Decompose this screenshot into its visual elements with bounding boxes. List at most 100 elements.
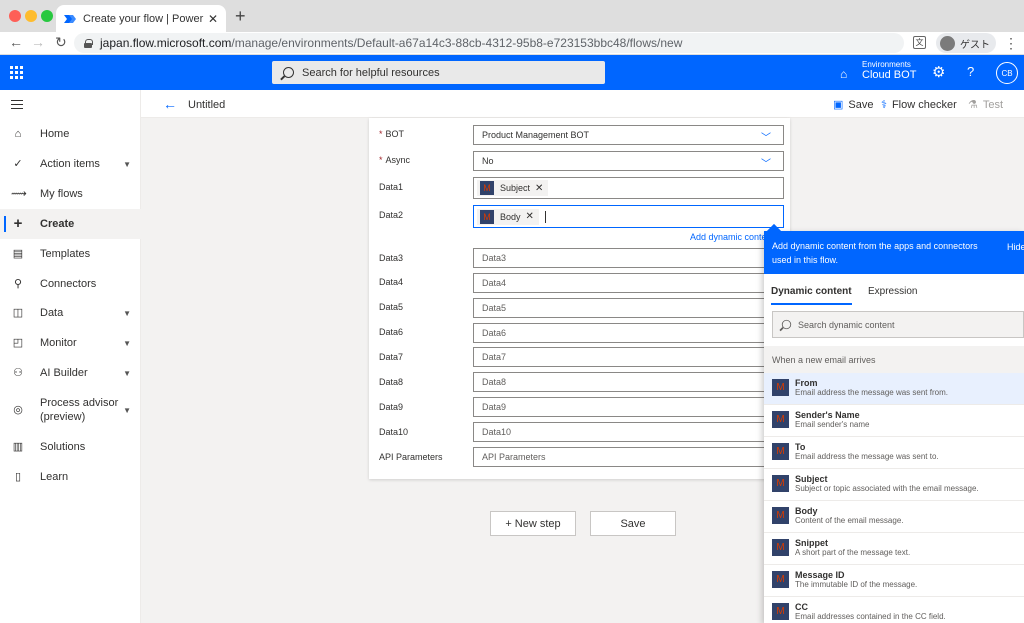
url-field[interactable]: japan.flow.microsoft.com/manage/environm… xyxy=(74,33,904,53)
sidebar-item-connectors[interactable]: ⚲ Connectors xyxy=(0,269,141,299)
environment-label: Environments xyxy=(862,60,911,69)
data6-label: Data6 xyxy=(379,327,404,337)
dynamic-item-desc: The immutable ID of the message. xyxy=(795,580,918,589)
data1-field[interactable]: M Subject ✕ xyxy=(473,177,784,199)
dynamic-content-search-input[interactable]: Search dynamic content xyxy=(772,311,1024,338)
environment-icon[interactable]: ⌂ xyxy=(840,67,854,81)
command-bar: ← Untitled ▣ Save ⚕ Flow checker ⚗ Test xyxy=(141,90,1024,118)
sidebar-item-ai-builder[interactable]: ⚇ AI Builder ▼ xyxy=(0,358,141,388)
save-command-button[interactable]: ▣ Save xyxy=(833,98,873,112)
profile-button[interactable]: ゲスト xyxy=(936,33,996,53)
chevron-down-icon[interactable]: ▼ xyxy=(123,160,131,169)
app-launcher-icon[interactable] xyxy=(10,66,23,79)
sidebar-item-data[interactable]: ◫ Data ▼ xyxy=(0,298,141,328)
flow-checker-button[interactable]: ⚕ Flow checker xyxy=(881,98,957,112)
sidebar-item-home[interactable]: ⌂ Home xyxy=(0,119,141,149)
sidebar-item-learn[interactable]: ▯ Learn xyxy=(0,462,141,492)
flow-title[interactable]: Untitled xyxy=(188,99,225,111)
tab-dynamic-content[interactable]: Dynamic content xyxy=(771,286,852,305)
dynamic-item-message-id[interactable]: M Message ID The immutable ID of the mess… xyxy=(764,565,1024,597)
hide-flyout-link[interactable]: Hide xyxy=(1007,240,1024,254)
hamburger-menu-icon[interactable] xyxy=(11,100,23,112)
new-step-button[interactable]: + New step xyxy=(490,511,576,536)
data4-field[interactable]: Data4 xyxy=(473,273,784,293)
browser-tab[interactable]: Create your flow | Power Automate ✕ xyxy=(56,5,226,32)
required-marker: * xyxy=(379,155,383,165)
data8-placeholder: Data8 xyxy=(482,377,507,387)
data9-placeholder: Data9 xyxy=(482,402,507,412)
data5-field[interactable]: Data5 xyxy=(473,298,784,318)
dynamic-item-senders-name[interactable]: M Sender's Name Email sender's name xyxy=(764,405,1024,437)
tab-expression[interactable]: Expression xyxy=(868,286,917,297)
sidebar-item-create[interactable]: + Create xyxy=(0,209,141,239)
dynamic-token[interactable]: M Body ✕ xyxy=(477,208,539,225)
stethoscope-icon: ⚕ xyxy=(881,99,887,111)
dynamic-token[interactable]: M Subject ✕ xyxy=(477,180,549,196)
gmail-icon: M xyxy=(772,411,789,428)
async-dropdown[interactable]: No ﹀ xyxy=(473,151,784,171)
sidebar-item-action-items[interactable]: ✓ Action items ▼ xyxy=(0,149,141,179)
data7-field[interactable]: Data7 xyxy=(473,347,784,367)
settings-gear-icon[interactable]: ⚙ xyxy=(932,63,945,81)
search-icon xyxy=(781,319,792,330)
sidebar-item-label: My flows xyxy=(40,188,83,200)
chevron-down-icon[interactable]: ▼ xyxy=(123,406,131,415)
tab-close-icon[interactable]: ✕ xyxy=(208,12,218,26)
chevron-down-icon[interactable]: ▼ xyxy=(123,369,131,378)
dynamic-item-desc: A short part of the message text. xyxy=(795,548,911,557)
help-icon[interactable]: ? xyxy=(967,64,974,79)
remove-token-icon[interactable]: ✕ xyxy=(535,183,543,194)
dynamic-item-to[interactable]: M To Email address the message was sent t… xyxy=(764,437,1024,469)
environment-picker[interactable]: Environments Cloud BOT xyxy=(862,60,916,81)
data7-label: Data7 xyxy=(379,352,404,362)
data1-label: Data1 xyxy=(379,182,404,192)
gmail-icon: M xyxy=(772,443,789,460)
data3-field[interactable]: Data3 xyxy=(473,248,784,268)
test-button[interactable]: ⚗ Test xyxy=(968,98,1003,112)
search-icon xyxy=(283,67,294,78)
sidebar-item-my-flows[interactable]: ⟿ My flows xyxy=(0,179,141,209)
data9-field[interactable]: Data9 xyxy=(473,397,784,417)
dynamic-item-from[interactable]: M From Email address the message was sent… xyxy=(764,373,1024,405)
dynamic-item-body[interactable]: M Body Content of the email message. xyxy=(764,501,1024,533)
forward-arrow-icon[interactable]: → xyxy=(31,34,45,50)
browser-menu-icon[interactable]: ⋮ xyxy=(1004,35,1018,52)
new-tab-button[interactable]: + xyxy=(235,6,246,27)
maximize-window-button[interactable] xyxy=(41,10,53,22)
bot-dropdown[interactable]: Product Management BOT ﹀ xyxy=(473,125,784,145)
connector-plug-icon: ⚲ xyxy=(13,278,23,290)
back-arrow-icon[interactable]: ← xyxy=(163,96,177,112)
data10-field[interactable]: Data10 xyxy=(473,422,784,442)
trigger-section-header: When a new email arrives xyxy=(764,346,1024,373)
user-avatar[interactable]: CB xyxy=(996,62,1018,84)
api-parameters-field[interactable]: API Parameters xyxy=(473,447,784,467)
gmail-icon: M xyxy=(772,571,789,588)
chevron-down-icon: ﹀ xyxy=(761,159,771,170)
sidebar-item-process-advisor[interactable]: ◎ Process advisor (preview) ▼ xyxy=(0,393,141,427)
sidebar-item-templates[interactable]: ▤ Templates xyxy=(0,239,141,269)
reload-icon[interactable]: ↻ xyxy=(55,34,67,51)
chevron-down-icon[interactable]: ▼ xyxy=(123,339,131,348)
data2-field[interactable]: M Body ✕ xyxy=(473,205,784,228)
dynamic-item-subject[interactable]: M Subject Subject or topic associated wit… xyxy=(764,469,1024,501)
data6-field[interactable]: Data6 xyxy=(473,323,784,343)
dynamic-item-cc[interactable]: M CC Email addresses contained in the CC … xyxy=(764,597,1024,623)
add-dynamic-content-link[interactable]: Add dynamic conte xyxy=(690,232,767,242)
sidebar-item-monitor[interactable]: ◰ Monitor ▼ xyxy=(0,328,141,358)
translate-icon[interactable]: 文 xyxy=(913,36,926,49)
remove-token-icon[interactable]: ✕ xyxy=(526,211,534,222)
back-arrow-icon[interactable]: ← xyxy=(9,34,23,50)
dynamic-item-snippet[interactable]: M Snippet A short part of the message tex… xyxy=(764,533,1024,565)
chevron-down-icon[interactable]: ▼ xyxy=(123,309,131,318)
flask-icon: ⚗ xyxy=(968,99,978,111)
sidebar-item-label: Templates xyxy=(40,248,91,260)
search-input[interactable]: Search for helpful resources xyxy=(272,61,605,84)
dynamic-item-name: Message ID xyxy=(795,570,845,580)
dynamic-search-placeholder: Search dynamic content xyxy=(798,319,895,330)
minimize-window-button[interactable] xyxy=(25,10,37,22)
data2-label: Data2 xyxy=(379,210,404,220)
save-button[interactable]: Save xyxy=(590,511,676,536)
data8-field[interactable]: Data8 xyxy=(473,372,784,392)
sidebar-item-solutions[interactable]: ▥ Solutions xyxy=(0,432,141,462)
close-window-button[interactable] xyxy=(9,10,21,22)
